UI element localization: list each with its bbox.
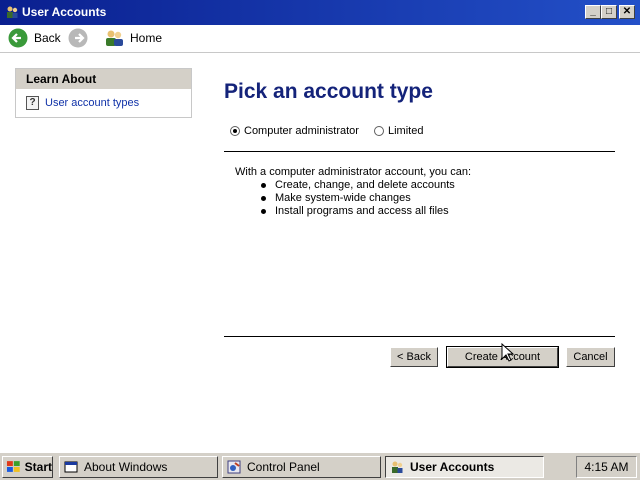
window-icon [64, 461, 78, 473]
divider [224, 151, 615, 152]
capabilities-list: Create, change, and delete accounts Make… [258, 179, 455, 218]
learn-about-panel: Learn About ? User account types [15, 68, 192, 118]
radio-selected-indicator [230, 126, 240, 136]
windows-logo-icon [6, 461, 20, 472]
window-title: User Accounts [22, 5, 107, 19]
description-text: With a computer administrator account, y… [235, 166, 471, 178]
user-accounts-icon [7, 6, 18, 18]
back-step-button[interactable]: < Back [390, 347, 438, 367]
task-label: About Windows [84, 460, 168, 474]
radio-unselected-indicator [374, 126, 384, 136]
list-item: Make system-wide changes [258, 192, 455, 205]
minimize-button[interactable]: _ [585, 5, 601, 19]
divider [224, 336, 615, 337]
taskbar: Start About Windows Control Panel User A… [0, 452, 640, 480]
start-label: Start [24, 460, 52, 474]
start-button[interactable]: Start [2, 456, 53, 478]
navigation-toolbar: Back Home [0, 25, 640, 53]
radio-limited-label: Limited [388, 125, 424, 137]
forward-button[interactable] [68, 28, 88, 48]
user-account-types-link[interactable]: ? User account types [26, 96, 139, 110]
title-bar[interactable]: User Accounts _ □ ✕ [0, 0, 640, 25]
link-label: User account types [45, 97, 140, 109]
maximize-button[interactable]: □ [601, 5, 617, 19]
radio-limited[interactable]: Limited [374, 125, 423, 137]
back-button[interactable]: Back [8, 28, 61, 48]
radio-admin-label: Computer administrator [244, 125, 359, 137]
back-arrow-icon [8, 28, 28, 48]
radio-computer-administrator[interactable]: Computer administrator [230, 125, 359, 137]
home-button[interactable]: Home [104, 28, 162, 48]
task-label: Control Panel [247, 460, 320, 474]
forward-arrow-icon [68, 28, 88, 48]
list-item: Install programs and access all files [258, 205, 455, 218]
users-home-icon [106, 30, 123, 46]
cancel-button[interactable]: Cancel [566, 347, 615, 367]
back-label: Back [34, 31, 61, 45]
mouse-cursor-icon [501, 343, 515, 362]
task-label: User Accounts [410, 460, 495, 474]
user-accounts-icon [392, 461, 403, 473]
learn-about-header: Learn About [16, 69, 191, 89]
system-clock[interactable]: 4:15 AM [576, 456, 637, 478]
taskbar-item-control-panel[interactable]: Control Panel [222, 456, 381, 478]
list-item: Create, change, and delete accounts [258, 179, 455, 192]
taskbar-item-user-accounts[interactable]: User Accounts [385, 456, 544, 478]
taskbar-item-about-windows[interactable]: About Windows [59, 456, 218, 478]
help-icon: ? [26, 96, 39, 110]
home-label: Home [130, 31, 163, 45]
page-heading: Pick an account type [224, 80, 433, 103]
learn-about-heading: Learn About [26, 72, 97, 86]
close-button[interactable]: ✕ [619, 5, 635, 19]
control-panel-icon [227, 460, 241, 474]
